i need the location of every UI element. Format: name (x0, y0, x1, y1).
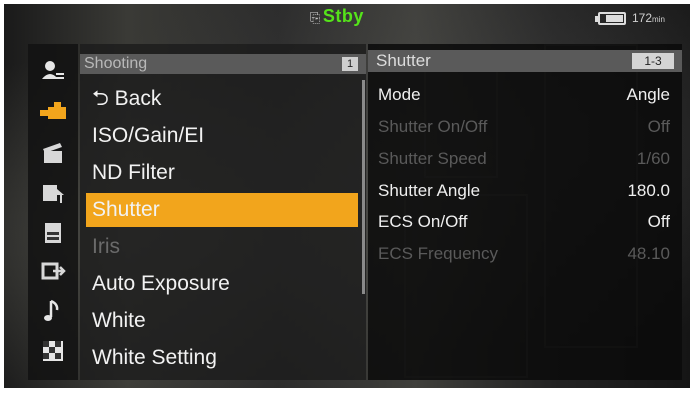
detail-header: Shutter 1-3 (368, 50, 682, 72)
media-card-icon[interactable] (28, 218, 78, 248)
user-menu-icon[interactable] (28, 56, 78, 86)
menu-item-white[interactable]: White (86, 304, 358, 338)
audio-note-icon[interactable] (28, 296, 78, 326)
paint-edit-icon[interactable] (28, 178, 78, 208)
menu-category-column (28, 44, 78, 380)
setting-label: Mode (378, 85, 421, 104)
setting-value: Off (647, 212, 670, 231)
battery-icon (595, 12, 626, 25)
menu-item-auto-exposure[interactable]: Auto Exposure (86, 267, 358, 301)
menu-header: Shooting 1 (80, 54, 366, 74)
setting-value: 1/60 (636, 149, 670, 168)
standby-mark-icon: ⎘ (310, 10, 321, 25)
menu-scrollbar[interactable] (362, 80, 365, 294)
checkerboard-icon[interactable] (28, 336, 78, 366)
setting-value: Off (647, 117, 670, 136)
setting-label: Shutter Speed (378, 149, 487, 168)
menu-item-white-setting[interactable]: White Setting (86, 341, 358, 375)
menu-item-nd-filter[interactable]: ND Filter (86, 156, 358, 190)
setting-row-shutter-angle[interactable]: Shutter Angle 180.0 (378, 176, 674, 206)
shutter-detail-panel: Shutter 1-3 Mode Angle Shutter On/Off Of… (368, 44, 682, 380)
setting-label: ECS On/Off (378, 212, 468, 231)
detail-page-indicator: 1-3 (632, 53, 674, 69)
setting-row-ecs-on-off[interactable]: ECS On/Off Off (378, 207, 674, 237)
setting-value: 48.10 (627, 244, 670, 263)
setting-label: Shutter On/Off (378, 117, 488, 136)
clapperboard-icon[interactable] (28, 138, 78, 168)
menu-title: Shooting (84, 55, 148, 72)
menu-item-iris: Iris (92, 235, 120, 258)
menu-item-iso-gain-ei[interactable]: ISO/Gain/EI (86, 119, 358, 153)
setting-label: Shutter Angle (378, 181, 481, 200)
menu-page-indicator: 1 (342, 57, 358, 71)
setting-row-mode[interactable]: Mode Angle (378, 80, 674, 110)
setting-value: Angle (626, 85, 670, 104)
camera-screen: ⎘ Stby 172min Shooting 1 ⮌ Back ISO/Gain… (4, 4, 690, 388)
setting-label: ECS Frequency (378, 244, 498, 263)
menu-item-shutter[interactable]: Shutter (86, 193, 358, 227)
record-status: ⎘ Stby (310, 6, 364, 26)
shooting-menu-panel: Shooting 1 ⮌ Back ISO/Gain/EI ND Filter … (80, 44, 366, 380)
setting-value: 180.0 (627, 181, 670, 200)
setting-row-shutter-speed: Shutter Speed 1/60 (378, 144, 674, 174)
output-icon[interactable] (28, 256, 78, 286)
camera-shooting-icon[interactable] (28, 96, 78, 126)
battery-remaining: 172min (632, 11, 665, 25)
detail-title: Shutter (376, 51, 431, 70)
setting-row-shutter-on-off: Shutter On/Off Off (378, 112, 674, 142)
setting-row-ecs-frequency: ECS Frequency 48.10 (378, 239, 674, 269)
menu-item-back[interactable]: ⮌ Back (86, 82, 358, 116)
